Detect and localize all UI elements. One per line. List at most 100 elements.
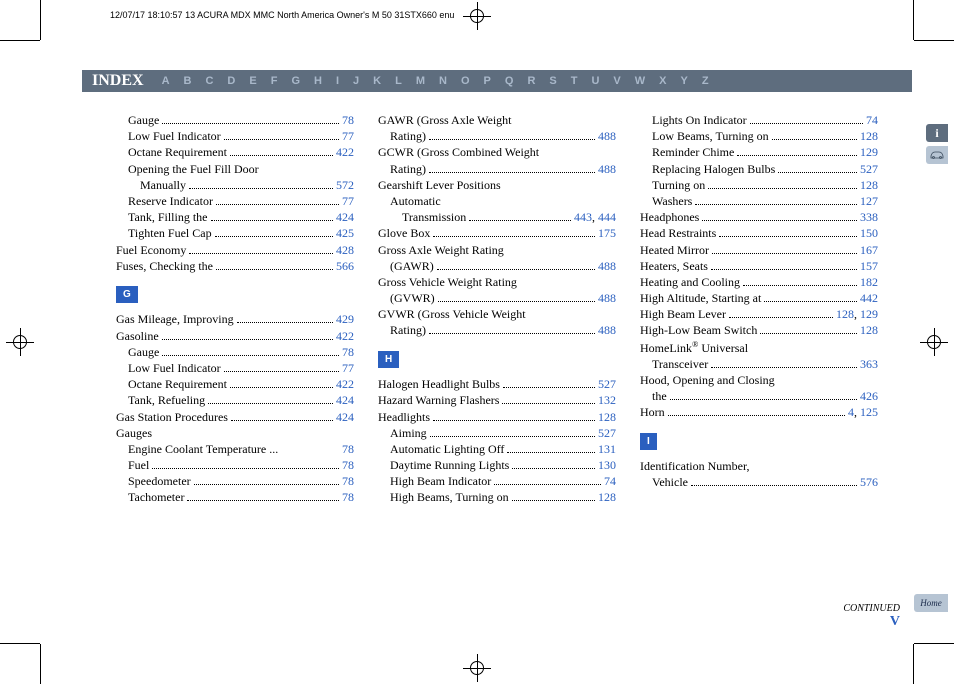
alpha-letter[interactable]: R: [527, 75, 535, 87]
home-tab[interactable]: Home: [914, 594, 948, 612]
page-ref[interactable]: 426: [860, 388, 878, 404]
alpha-letter[interactable]: U: [591, 75, 599, 87]
page-ref[interactable]: 128: [860, 322, 878, 338]
page-ref[interactable]: 128, 129: [836, 306, 878, 322]
alpha-letter[interactable]: H: [314, 75, 322, 87]
alpha-letter[interactable]: M: [416, 75, 425, 87]
page-ref[interactable]: 78: [342, 344, 354, 360]
leader-dots: [429, 139, 595, 140]
page-ref[interactable]: 424: [336, 392, 354, 408]
leader-dots: [764, 301, 857, 302]
index-label: Vehicle: [652, 474, 688, 490]
page-ref[interactable]: 488: [598, 322, 616, 338]
car-tab[interactable]: [926, 146, 948, 164]
alpha-letter[interactable]: S: [549, 75, 556, 87]
alpha-letter[interactable]: T: [571, 75, 578, 87]
index-label: Headphones: [640, 209, 699, 225]
page-ref[interactable]: 566: [336, 258, 354, 274]
index-entry: Headphones 338: [640, 209, 878, 225]
page-ref[interactable]: 429: [336, 311, 354, 327]
leader-dots: [502, 403, 595, 404]
index-label: Engine Coolant Temperature ...: [128, 441, 278, 457]
leader-dots: [743, 285, 857, 286]
alpha-letter[interactable]: Z: [702, 75, 709, 87]
alpha-letter[interactable]: G: [291, 75, 300, 87]
page-ref[interactable]: 488: [598, 290, 616, 306]
page-ref[interactable]: 527: [598, 425, 616, 441]
page-ref[interactable]: 129: [860, 144, 878, 160]
page-ref[interactable]: 78: [342, 457, 354, 473]
page-ref[interactable]: 424: [336, 409, 354, 425]
alpha-letter[interactable]: B: [184, 75, 192, 87]
page-ref[interactable]: 128: [860, 177, 878, 193]
page-ref[interactable]: 131: [598, 441, 616, 457]
page-ref[interactable]: 424: [336, 209, 354, 225]
leader-dots: [216, 269, 333, 270]
page-ref[interactable]: 422: [336, 376, 354, 392]
alpha-letter[interactable]: N: [439, 75, 447, 87]
alpha-letter[interactable]: O: [461, 75, 470, 87]
alpha-letter[interactable]: A: [162, 75, 170, 87]
index-entry: High Beam Indicator74: [378, 473, 616, 489]
page-ref[interactable]: 78: [342, 489, 354, 505]
page-ref[interactable]: 127: [860, 193, 878, 209]
page-ref[interactable]: 443, 444: [574, 209, 616, 225]
alpha-letter[interactable]: X: [659, 75, 666, 87]
page-ref[interactable]: 363: [860, 356, 878, 372]
leader-dots: [162, 355, 339, 356]
alpha-letter[interactable]: W: [635, 75, 645, 87]
alpha-letter[interactable]: F: [271, 75, 278, 87]
page-ref[interactable]: 78: [342, 441, 354, 457]
page-ref[interactable]: 182: [860, 274, 878, 290]
page-ref[interactable]: 74: [604, 473, 616, 489]
page-ref[interactable]: 78: [342, 112, 354, 128]
info-icon: i: [935, 126, 938, 141]
page-ref[interactable]: 130: [598, 457, 616, 473]
alpha-letter[interactable]: Q: [505, 75, 514, 87]
index-entry: Automatic: [378, 193, 616, 209]
page-ref[interactable]: 425: [336, 225, 354, 241]
page-ref[interactable]: 150: [860, 225, 878, 241]
index-entry: Transceiver363: [640, 356, 878, 372]
page-ref[interactable]: 442: [860, 290, 878, 306]
page-ref[interactable]: 527: [598, 376, 616, 392]
page-ref[interactable]: 128: [598, 489, 616, 505]
page-ref[interactable]: 74: [866, 112, 878, 128]
index-entry: GAWR (Gross Axle Weight: [378, 112, 616, 128]
page-ref[interactable]: 488: [598, 161, 616, 177]
alpha-letter[interactable]: D: [227, 75, 235, 87]
page-ref[interactable]: 338: [860, 209, 878, 225]
page-ref[interactable]: 157: [860, 258, 878, 274]
alpha-letter[interactable]: C: [205, 75, 213, 87]
alpha-letter[interactable]: K: [373, 75, 381, 87]
alpha-letter[interactable]: I: [336, 75, 339, 87]
alpha-letter[interactable]: E: [249, 75, 256, 87]
leader-dots: [433, 236, 595, 237]
page-ref[interactable]: 422: [336, 144, 354, 160]
page-ref[interactable]: 132: [598, 392, 616, 408]
page-ref[interactable]: 576: [860, 474, 878, 490]
page-ref[interactable]: 4, 125: [848, 404, 878, 420]
page-ref[interactable]: 77: [342, 128, 354, 144]
page-ref[interactable]: 527: [860, 161, 878, 177]
alpha-letter[interactable]: V: [613, 75, 620, 87]
page-ref[interactable]: 77: [342, 193, 354, 209]
page-ref[interactable]: 175: [598, 225, 616, 241]
page-ref[interactable]: 488: [598, 258, 616, 274]
leader-dots: [438, 301, 595, 302]
info-tab[interactable]: i: [926, 124, 948, 142]
alpha-letter[interactable]: P: [484, 75, 491, 87]
page-ref[interactable]: 78: [342, 473, 354, 489]
alpha-letter[interactable]: J: [353, 75, 359, 87]
page-ref[interactable]: 128: [860, 128, 878, 144]
page-ref[interactable]: 488: [598, 128, 616, 144]
page-ref[interactable]: 167: [860, 242, 878, 258]
page-ref[interactable]: 428: [336, 242, 354, 258]
crop-mark: [914, 40, 954, 41]
page-ref[interactable]: 422: [336, 328, 354, 344]
alpha-letter[interactable]: Y: [681, 75, 688, 87]
alpha-letter[interactable]: L: [395, 75, 402, 87]
page-ref[interactable]: 572: [336, 177, 354, 193]
page-ref[interactable]: 77: [342, 360, 354, 376]
page-ref[interactable]: 128: [598, 409, 616, 425]
